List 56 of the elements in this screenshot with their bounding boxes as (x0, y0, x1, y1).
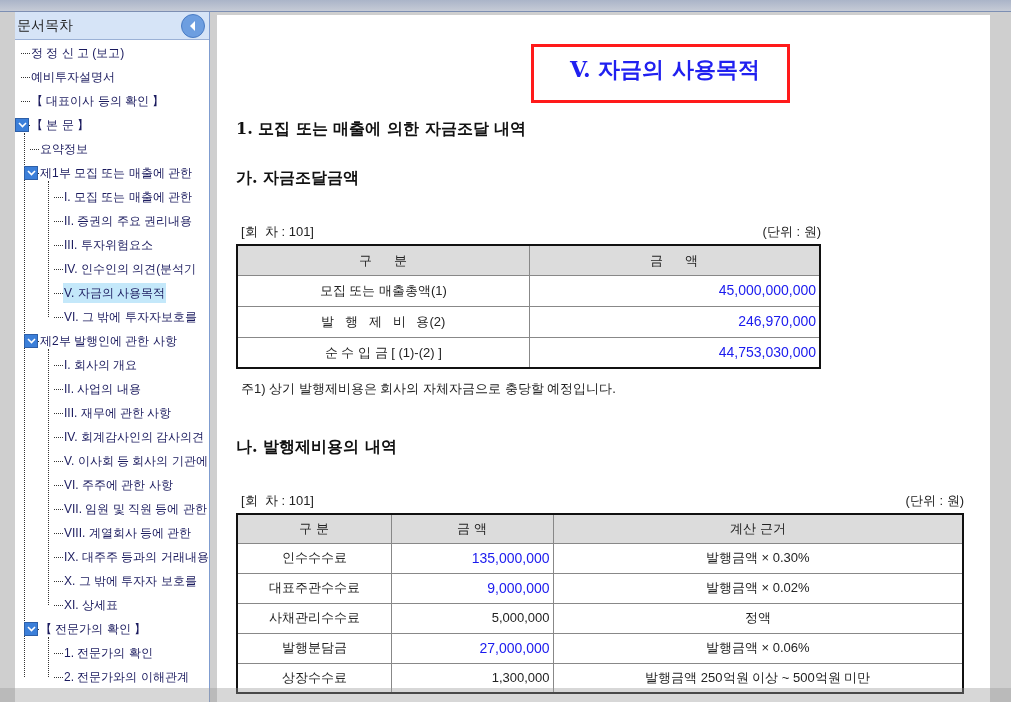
tree-item[interactable]: IV. 인수인의 의견(분석기 (63, 259, 198, 279)
subsection-heading: 나. 발행제비용의 내역 (236, 436, 398, 458)
tree-item[interactable]: III. 재무에 관한 사항 (63, 403, 173, 423)
collapse-button[interactable] (181, 13, 205, 38)
tree-item[interactable]: II. 사업의 내용 (63, 379, 142, 399)
tree-item[interactable]: IX. 대주주 등과의 거래내용 (63, 547, 209, 567)
tree-item[interactable]: I. 모집 또는 매출에 관한 (63, 187, 193, 207)
unit-label: (단위 : 원) (905, 491, 964, 510)
table-cell: 사채관리수수료 (237, 603, 391, 633)
section-heading: 1. 모집 또는 매출에 의한 자금조달 내역 (236, 118, 528, 140)
table-cell: 9,000,000 (391, 573, 553, 603)
expander-icon[interactable] (24, 166, 38, 180)
column-header: 금 액 (391, 514, 553, 543)
expander-icon[interactable] (15, 118, 29, 132)
footnote: 주1) 상기 발행제비용은 회사의 자체자금으로 충당할 예정입니다. (240, 380, 617, 398)
expander-icon[interactable] (24, 334, 38, 348)
unit-label: (단위 : 원) (762, 222, 821, 241)
table-cell: 모집 또는 매출총액(1) (237, 275, 529, 306)
table-cell: 발 행 제 비 용(2) (237, 306, 529, 337)
tree-item[interactable]: VI. 주주에 관한 사항 (63, 475, 174, 495)
table-cell: 인수수수료 (237, 543, 391, 573)
column-header: 구 분 (237, 514, 391, 543)
document-title: V. 자금의 사용목적 (569, 55, 761, 84)
subsection-heading: 가. 자금조달금액 (236, 167, 361, 189)
round-label: [회 차 : 101] (241, 222, 314, 241)
tree-item[interactable]: IV. 회계감사인의 감사의견 (63, 427, 206, 447)
tree-item[interactable]: 예비투자설명서 (30, 67, 116, 87)
tree-item[interactable]: VIII. 계열회사 등에 관한 (63, 523, 193, 543)
tree-item[interactable]: 【 전문가의 확인 】 (39, 619, 147, 639)
tree-item[interactable]: VI. 그 밖에 투자자보호를 (63, 307, 198, 327)
table-cell: 135,000,000 (391, 543, 553, 573)
table-cell: 발행분담금 (237, 633, 391, 663)
tree-item[interactable]: 【 대표이사 등의 확인 】 (30, 91, 166, 111)
tree-item[interactable]: 1. 전문가의 확인 (63, 643, 154, 663)
tree-item[interactable]: 2. 전문가와의 이해관계 (63, 667, 190, 687)
tree-item[interactable]: V. 이사회 등 회사의 기관에 (63, 451, 209, 471)
table-cell: 5,000,000 (391, 603, 553, 633)
tree-item[interactable]: 제2부 발행인에 관한 사항 (39, 331, 178, 351)
tree-item[interactable]: XI. 상세표 (63, 595, 119, 615)
column-header: 구 분 (237, 245, 529, 275)
tree-item[interactable]: VII. 임원 및 직원 등에 관한 (63, 499, 208, 519)
tree-item[interactable]: 요약정보 (39, 139, 89, 159)
tree-item[interactable]: X. 그 밖에 투자자 보호를 (63, 571, 198, 591)
tree-item[interactable]: V. 자금의 사용목적 (63, 283, 166, 303)
tree-item[interactable]: III. 투자위험요소 (63, 235, 154, 255)
tree-item[interactable]: 【 본 문 】 (30, 115, 90, 135)
table-cell: 대표주관수수료 (237, 573, 391, 603)
table-cell: 27,000,000 (391, 633, 553, 663)
tree-item[interactable]: II. 증권의 주요 권리내용 (63, 211, 193, 231)
expander-icon[interactable] (24, 622, 38, 636)
tree-item[interactable]: 정 정 신 고 (보고) (30, 43, 126, 63)
panel-title: 문서목차 (17, 16, 73, 35)
tree-item[interactable]: 제1부 모집 또는 매출에 관한 (39, 163, 193, 183)
round-label: [회 차 : 101] (241, 491, 314, 510)
tree-item[interactable]: I. 회사의 개요 (63, 355, 139, 375)
chevron-left-icon (188, 19, 198, 32)
